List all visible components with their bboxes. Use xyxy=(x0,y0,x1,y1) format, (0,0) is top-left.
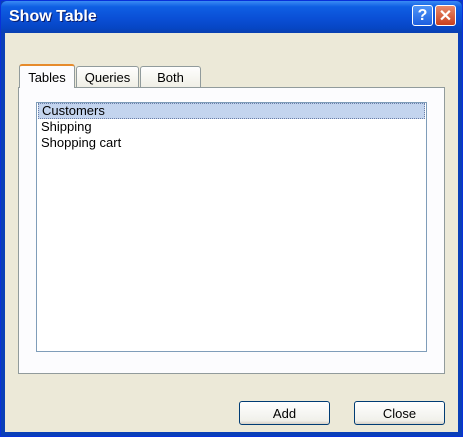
add-button-label: Add xyxy=(272,405,297,421)
dialog-body: Tables Queries Both Customers Shipping S… xyxy=(5,33,458,432)
close-window-button[interactable]: ✕ xyxy=(435,5,456,26)
question-mark-icon: ? xyxy=(417,6,428,24)
close-button-label: Close xyxy=(382,405,417,421)
tab-both-label: Both xyxy=(157,69,184,85)
tab-panel-tables: Customers Shipping Shopping cart xyxy=(18,87,445,374)
title-bar[interactable]: Show Table ? ✕ xyxy=(1,1,462,33)
list-item-shipping[interactable]: Shipping xyxy=(38,119,425,135)
tab-tables[interactable]: Tables xyxy=(19,64,75,88)
window-title: Show Table xyxy=(9,8,97,25)
list-item-customers[interactable]: Customers xyxy=(38,103,425,119)
list-item-shopping-cart[interactable]: Shopping cart xyxy=(38,135,425,151)
help-button[interactable]: ? xyxy=(412,5,433,26)
close-button[interactable]: Close xyxy=(354,401,445,425)
tab-queries-label: Queries xyxy=(84,69,131,85)
table-listbox[interactable]: Customers Shipping Shopping cart xyxy=(36,102,427,352)
tab-tables-label: Tables xyxy=(28,69,66,85)
tab-both[interactable]: Both xyxy=(140,66,201,87)
add-button[interactable]: Add xyxy=(239,401,330,425)
show-table-dialog: Show Table ? ✕ Tables Queries Both Custo… xyxy=(0,0,463,437)
close-icon: ✕ xyxy=(438,7,453,25)
tab-queries[interactable]: Queries xyxy=(76,66,139,87)
